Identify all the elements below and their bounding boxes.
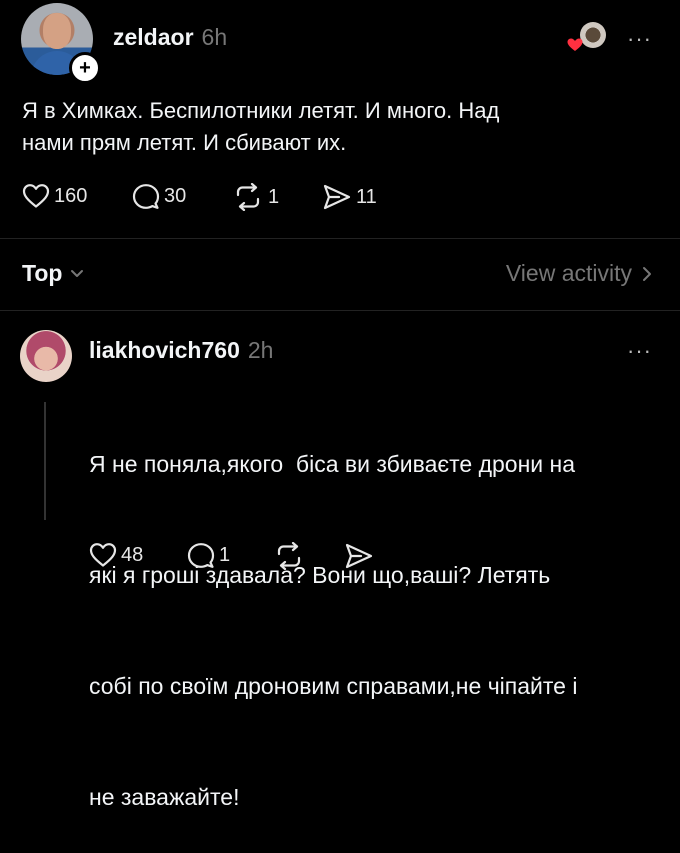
- comment-reply-button[interactable]: 1: [187, 542, 230, 569]
- post-body: Я в Химках. Беспилотники летят. И много.…: [22, 95, 662, 159]
- comment-icon: [132, 184, 160, 209]
- comment-like-count: 48: [121, 543, 144, 566]
- divider: [0, 310, 680, 311]
- heart-icon: [22, 184, 50, 208]
- comment-share-button[interactable]: [344, 542, 374, 570]
- comment-text-line: Я не поняла,якого біса ви збиваєте дрони…: [89, 451, 576, 477]
- chevron-down-icon: [71, 269, 84, 277]
- heart-icon: [89, 543, 117, 567]
- follow-plus-button[interactable]: +: [69, 52, 101, 84]
- comment-repost-button[interactable]: [273, 542, 305, 570]
- repost-button[interactable]: 1: [232, 183, 279, 211]
- comment-time: 2h: [247, 337, 274, 363]
- comment-header: liakhovich760 2h: [89, 337, 273, 364]
- like-badge-heart-icon: [567, 38, 583, 51]
- comment-text-line: не заважайте!: [89, 784, 240, 810]
- repost-icon: [277, 542, 301, 570]
- comment-text-line: собі по своїм дроновим справами,не чіпай…: [89, 673, 578, 699]
- comment-username[interactable]: liakhovich760: [89, 337, 240, 364]
- view-activity-link[interactable]: View activity: [506, 260, 652, 287]
- thread-line: [44, 402, 46, 520]
- comment-body: Я не поняла,якого біса ви збиваєте дрони…: [89, 372, 669, 853]
- comment-icon: [187, 543, 215, 568]
- comment-count: 30: [164, 185, 187, 207]
- comment-reply-count: 1: [219, 544, 231, 566]
- plus-icon: +: [79, 57, 91, 79]
- comment-text-line: які я гроші здавала? Вони що,ваші? Летят…: [89, 562, 551, 588]
- post-more-icon[interactable]: ···: [627, 26, 652, 52]
- post-username[interactable]: zeldaor: [113, 24, 194, 51]
- commenter-avatar[interactable]: [20, 330, 72, 382]
- share-button[interactable]: 11: [322, 183, 377, 211]
- repost-count: 1: [268, 185, 280, 208]
- like-button[interactable]: 160: [22, 183, 87, 209]
- sort-dropdown[interactable]: Top: [22, 260, 84, 287]
- repost-icon: [236, 183, 260, 211]
- sort-label: Top: [22, 260, 63, 286]
- share-icon: [323, 184, 351, 210]
- share-count: 11: [356, 185, 377, 208]
- liker-avatar[interactable]: [580, 22, 606, 48]
- post-text-line: Я в Химках. Беспилотники летят. И много.…: [22, 98, 500, 123]
- comment-more-icon[interactable]: ···: [627, 338, 652, 364]
- share-icon: [345, 543, 373, 569]
- view-activity-label: View activity: [505, 260, 632, 286]
- divider: [0, 238, 680, 239]
- avatar-face: [43, 13, 71, 49]
- post-header: zeldaor 6h: [113, 24, 227, 51]
- comment-button[interactable]: 30: [132, 183, 186, 210]
- chevron-right-icon: [643, 266, 651, 281]
- like-count: 160: [54, 184, 88, 207]
- post-text-line: нами прям летят. И сбивают их.: [22, 130, 347, 155]
- post-time: 6h: [201, 24, 228, 50]
- comment-like-button[interactable]: 48: [89, 542, 143, 568]
